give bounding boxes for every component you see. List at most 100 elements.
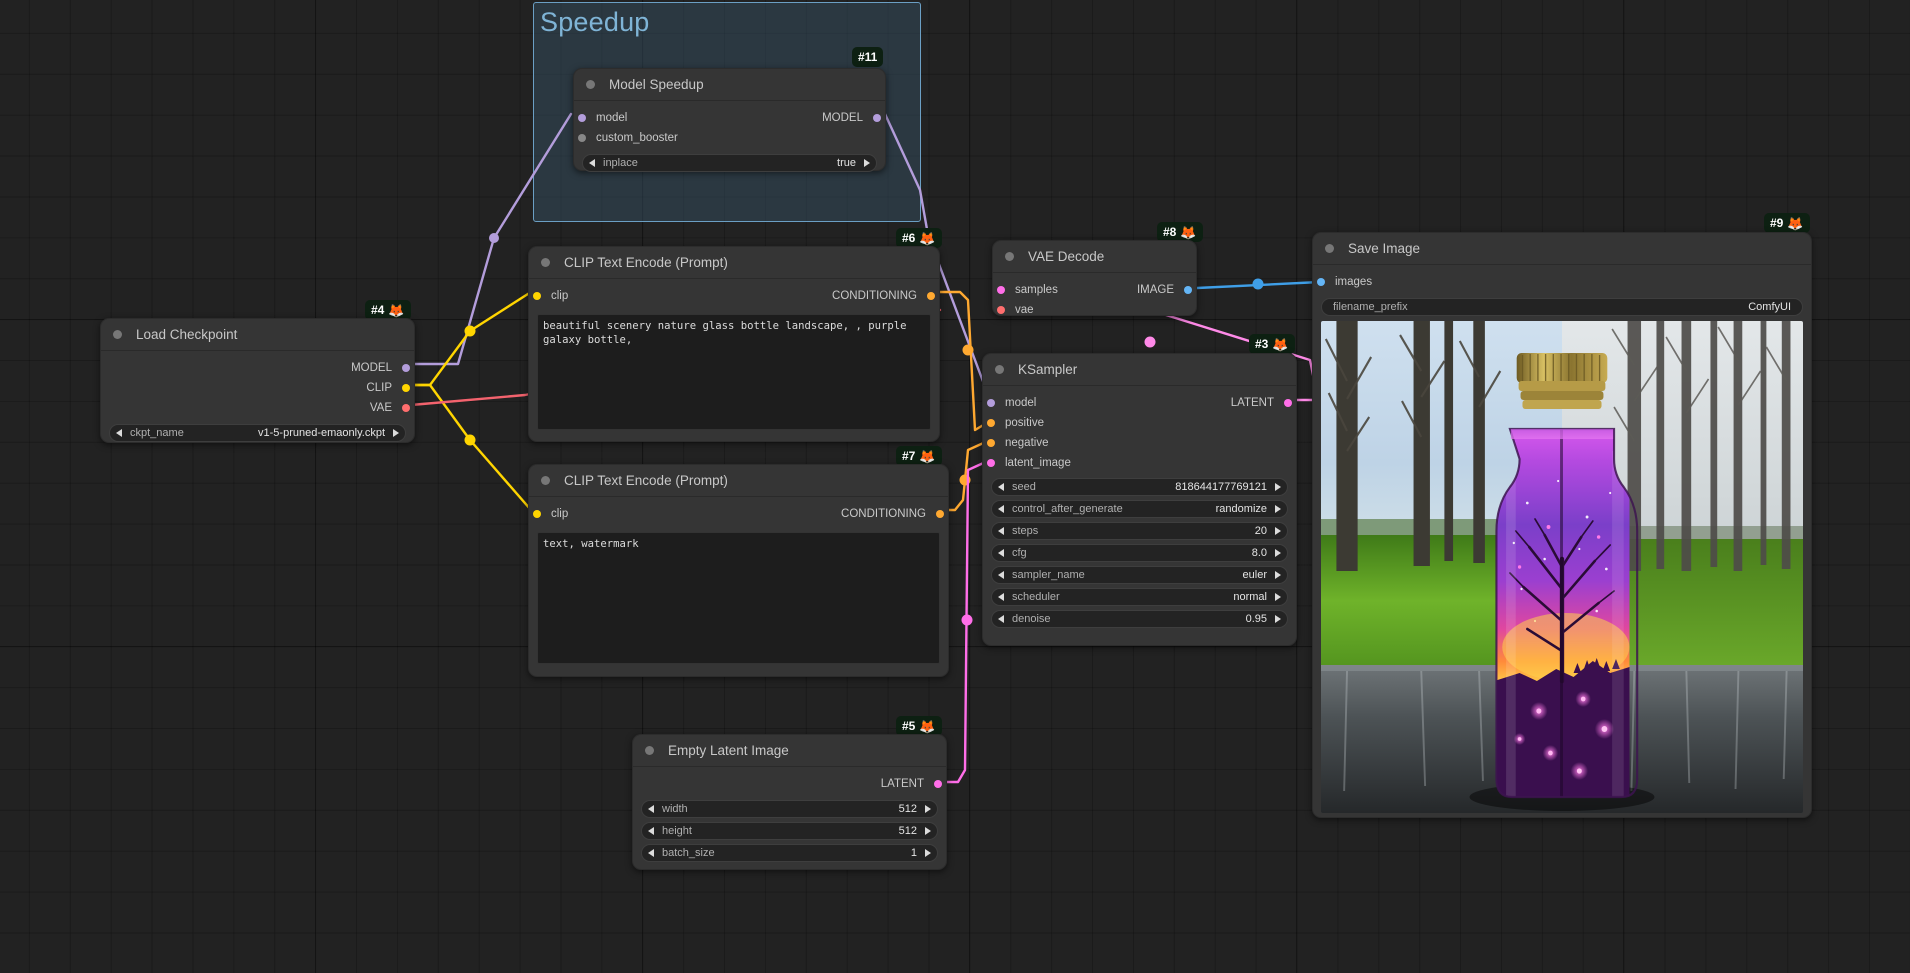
port-dot-samples[interactable] — [997, 286, 1005, 294]
node-header[interactable]: VAE Decode — [993, 241, 1196, 273]
node-clip-text-encode-negative[interactable]: CLIP Text Encode (Prompt) clip CONDITION… — [528, 464, 949, 677]
input-slot-images[interactable]: images — [1317, 272, 1811, 292]
widget-width[interactable]: width 512 — [641, 800, 938, 818]
port-dot-positive[interactable] — [987, 419, 995, 427]
input-slot-vae[interactable]: vae — [997, 300, 1196, 320]
decrement-arrow-icon[interactable] — [998, 549, 1004, 557]
port-dot-vae[interactable] — [997, 306, 1005, 314]
widget-height[interactable]: height 512 — [641, 822, 938, 840]
port-dot-model[interactable] — [402, 364, 410, 372]
node-header[interactable]: KSampler — [983, 354, 1296, 386]
node-header[interactable]: Save Image — [1313, 233, 1811, 265]
node-header[interactable]: Model Speedup — [574, 69, 885, 101]
collapse-dot-icon[interactable] — [995, 365, 1004, 374]
collapse-dot-icon[interactable] — [541, 258, 550, 267]
output-slot-model[interactable]: MODEL — [101, 358, 410, 378]
input-slot-positive[interactable]: positive — [987, 413, 1296, 433]
decrement-arrow-icon[interactable] — [648, 849, 654, 857]
node-header[interactable]: Load Checkpoint — [101, 319, 414, 351]
port-dot-images[interactable] — [1317, 278, 1325, 286]
input-slot-custom-booster[interactable]: custom_booster — [578, 128, 885, 148]
port-dot-vae[interactable] — [402, 404, 410, 412]
port-dot-model-out[interactable] — [873, 114, 881, 122]
decrement-arrow-icon[interactable] — [648, 805, 654, 813]
node-empty-latent-image[interactable]: Empty Latent Image LATENT width 512 heig… — [632, 734, 947, 870]
port-dot-clip[interactable] — [533, 292, 541, 300]
node-header[interactable]: Empty Latent Image — [633, 735, 946, 767]
increment-arrow-icon[interactable] — [864, 159, 870, 167]
increment-arrow-icon[interactable] — [925, 805, 931, 813]
port-dot-clip[interactable] — [402, 384, 410, 392]
increment-arrow-icon[interactable] — [393, 429, 399, 437]
increment-arrow-icon[interactable] — [925, 827, 931, 835]
widget-batch-size[interactable]: batch_size 1 — [641, 844, 938, 862]
node-model-speedup[interactable]: Model Speedup model MODEL custom_booster… — [573, 68, 886, 172]
node-load-checkpoint[interactable]: Load Checkpoint MODEL CLIP VAE ckpt_name… — [100, 318, 415, 443]
widget-filename-prefix[interactable]: filename_prefix ComfyUI — [1321, 298, 1803, 316]
collapse-dot-icon[interactable] — [541, 476, 550, 485]
widget-seed[interactable]: seed 818644177769121 — [991, 478, 1288, 496]
widget-ckpt-name[interactable]: ckpt_name v1-5-pruned-emaonly.ckpt — [109, 424, 406, 442]
decrement-arrow-icon[interactable] — [998, 505, 1004, 513]
decrement-arrow-icon[interactable] — [998, 527, 1004, 535]
port-dot-conditioning[interactable] — [936, 510, 944, 518]
node-header[interactable]: CLIP Text Encode (Prompt) — [529, 247, 939, 279]
output-slot-conditioning[interactable]: CONDITIONING — [841, 504, 944, 524]
increment-arrow-icon[interactable] — [1275, 615, 1281, 623]
decrement-arrow-icon[interactable] — [998, 593, 1004, 601]
increment-arrow-icon[interactable] — [1275, 549, 1281, 557]
output-slot-latent[interactable]: LATENT — [633, 774, 942, 794]
prompt-textarea-positive[interactable]: beautiful scenery nature glass bottle la… — [537, 314, 931, 430]
node-ksampler[interactable]: KSampler model LATENT positive negative … — [982, 353, 1297, 646]
widget-scheduler[interactable]: scheduler normal — [991, 588, 1288, 606]
increment-arrow-icon[interactable] — [1275, 571, 1281, 579]
port-dot-latent[interactable] — [934, 780, 942, 788]
collapse-dot-icon[interactable] — [1325, 244, 1334, 253]
port-dot-negative[interactable] — [987, 439, 995, 447]
node-clip-text-encode-positive[interactable]: CLIP Text Encode (Prompt) clip CONDITION… — [528, 246, 940, 442]
port-dot-latent[interactable] — [1284, 399, 1292, 407]
port-dot-latent-image[interactable] — [987, 459, 995, 467]
prompt-textarea-negative[interactable]: text, watermark — [537, 532, 940, 664]
collapse-dot-icon[interactable] — [1005, 252, 1014, 261]
decrement-arrow-icon[interactable] — [998, 571, 1004, 579]
widget-denoise[interactable]: denoise 0.95 — [991, 610, 1288, 628]
port-dot-image[interactable] — [1184, 286, 1192, 294]
widget-sampler-name[interactable]: sampler_name euler — [991, 566, 1288, 584]
decrement-arrow-icon[interactable] — [648, 827, 654, 835]
node-vae-decode[interactable]: VAE Decode samples IMAGE vae — [992, 240, 1197, 316]
collapse-dot-icon[interactable] — [113, 330, 122, 339]
widget-control-after-generate[interactable]: control_after_generate randomize — [991, 500, 1288, 518]
widget-steps[interactable]: steps 20 — [991, 522, 1288, 540]
output-slot-vae[interactable]: VAE — [101, 398, 410, 418]
port-dot-clip[interactable] — [533, 510, 541, 518]
increment-arrow-icon[interactable] — [1275, 527, 1281, 535]
port-dot-conditioning[interactable] — [927, 292, 935, 300]
node-save-image[interactable]: Save Image images filename_prefix ComfyU… — [1312, 232, 1812, 818]
widget-cfg[interactable]: cfg 8.0 — [991, 544, 1288, 562]
decrement-arrow-icon[interactable] — [116, 429, 122, 437]
increment-arrow-icon[interactable] — [1275, 483, 1281, 491]
increment-arrow-icon[interactable] — [1275, 593, 1281, 601]
output-slot-image[interactable]: IMAGE — [1137, 280, 1192, 300]
output-slot-clip[interactable]: CLIP — [101, 378, 410, 398]
port-dot-custom-booster[interactable] — [578, 134, 586, 142]
increment-arrow-icon[interactable] — [925, 849, 931, 857]
widget-inplace[interactable]: inplace true — [582, 154, 877, 172]
decrement-arrow-icon[interactable] — [998, 483, 1004, 491]
decrement-arrow-icon[interactable] — [589, 159, 595, 167]
input-slot-negative[interactable]: negative — [987, 433, 1296, 453]
image-preview-wrapper[interactable] — [1321, 321, 1803, 813]
increment-arrow-icon[interactable] — [1275, 505, 1281, 513]
collapse-dot-icon[interactable] — [586, 80, 595, 89]
output-slot-model[interactable]: MODEL — [822, 108, 881, 128]
output-slot-latent[interactable]: LATENT — [1231, 393, 1292, 413]
port-dot-model[interactable] — [578, 114, 586, 122]
collapse-dot-icon[interactable] — [645, 746, 654, 755]
decrement-arrow-icon[interactable] — [998, 615, 1004, 623]
node-header[interactable]: CLIP Text Encode (Prompt) — [529, 465, 948, 497]
generated-image-preview[interactable] — [1321, 321, 1803, 813]
input-slot-latent-image[interactable]: latent_image — [987, 453, 1296, 473]
output-slot-conditioning[interactable]: CONDITIONING — [832, 286, 935, 306]
port-dot-model[interactable] — [987, 399, 995, 407]
